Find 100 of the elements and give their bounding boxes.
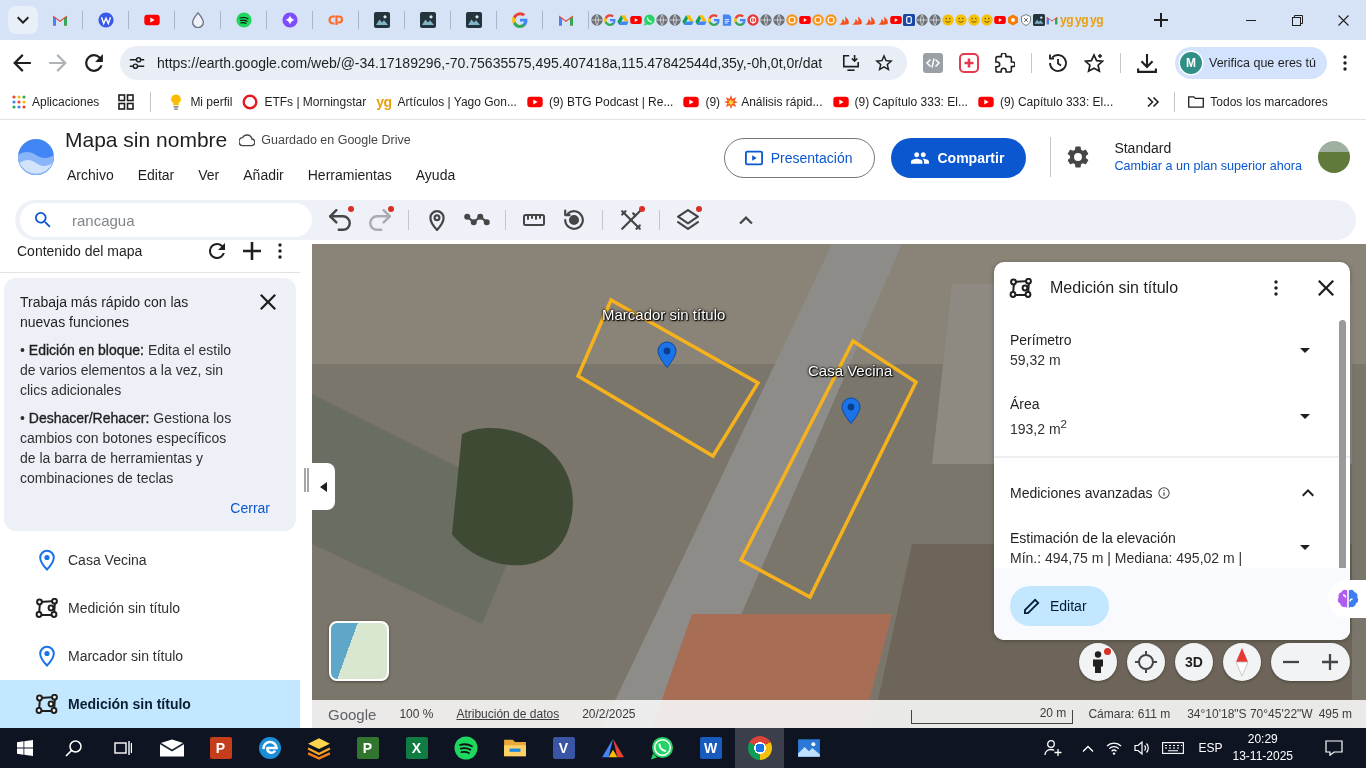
menu-item[interactable]: Herramientas xyxy=(295,164,404,186)
clock-time[interactable]: 20:29 xyxy=(1247,731,1278,748)
chevron-up-icon[interactable] xyxy=(1302,488,1314,497)
map-pin-icon[interactable] xyxy=(657,341,677,368)
shield-icon[interactable] xyxy=(1020,14,1032,26)
caret-down-icon[interactable] xyxy=(1300,413,1310,419)
puzzle-icon[interactable] xyxy=(995,52,1015,73)
notification-icon[interactable] xyxy=(1325,740,1343,756)
star-icon[interactable] xyxy=(875,53,893,72)
menu-item[interactable]: Archivo xyxy=(55,164,126,186)
clock-date[interactable]: 13-11-2025 xyxy=(1232,748,1293,765)
task-view-icon[interactable] xyxy=(113,739,132,757)
measurement-outline[interactable] xyxy=(575,297,761,459)
thumbnail-icon[interactable] xyxy=(465,12,482,28)
plus-extension-icon[interactable] xyxy=(959,52,979,73)
globe-icon[interactable] xyxy=(929,14,941,26)
triangle-logo-icon[interactable] xyxy=(682,14,694,26)
more-icon[interactable] xyxy=(1343,54,1347,71)
app-logo-icon[interactable] xyxy=(18,139,54,175)
back-arrow-icon[interactable] xyxy=(12,52,32,73)
reload-icon[interactable] xyxy=(84,52,104,73)
refresh-icon[interactable] xyxy=(208,242,226,260)
keyboard-icon[interactable] xyxy=(1162,742,1185,754)
play-icon[interactable] xyxy=(143,12,160,28)
history-icon[interactable] xyxy=(1048,52,1068,73)
new-tab-icon[interactable] xyxy=(1154,13,1168,27)
taskbar-button[interactable]: P xyxy=(343,728,392,768)
globe-icon[interactable] xyxy=(656,14,668,26)
site-settings-icon[interactable] xyxy=(129,54,145,71)
bookmark[interactable]: (9) Capítulo 333: El... xyxy=(972,89,1119,115)
g-logo-icon[interactable] xyxy=(511,12,528,28)
input-language[interactable]: ESP xyxy=(1198,741,1223,755)
download-icon[interactable] xyxy=(1137,52,1157,73)
triangle-logo-icon[interactable] xyxy=(695,14,707,26)
smile-icon[interactable] xyxy=(955,14,967,26)
zoom-in-icon[interactable] xyxy=(1322,654,1339,670)
menu-item[interactable]: Ayuda xyxy=(403,164,468,186)
install-icon[interactable] xyxy=(842,53,860,72)
taskbar-button[interactable]: X xyxy=(392,728,441,768)
avatar-photo[interactable] xyxy=(1318,141,1350,173)
undo-icon[interactable] xyxy=(329,209,351,231)
bookmark[interactable]: yg Artículos | Yago Gon... xyxy=(371,89,522,115)
share-button[interactable]: Compartir xyxy=(891,138,1027,178)
caret-down-icon[interactable] xyxy=(1300,545,1310,551)
flame-icon[interactable] xyxy=(838,14,850,26)
close-link[interactable]: Cerrar xyxy=(230,498,270,518)
smile-icon[interactable] xyxy=(942,14,954,26)
smile-icon[interactable] xyxy=(981,14,993,26)
attribution-link[interactable]: Atribución de datos xyxy=(456,707,560,721)
bookmark[interactable]: ETFs | Morningstar xyxy=(237,89,372,115)
map-item[interactable]: Medición sin título xyxy=(0,584,300,632)
triangle-logo-icon[interactable] xyxy=(617,14,629,26)
start-icon[interactable] xyxy=(16,740,33,756)
w-logo-icon[interactable] xyxy=(97,12,114,28)
thumbnail-icon[interactable] xyxy=(1033,14,1045,26)
bookmark[interactable]: (9) Análisis rápid... xyxy=(678,89,828,115)
profile-button[interactable]: M Verifica que eres tú xyxy=(1175,46,1327,79)
document-title[interactable]: Mapa sin nombre xyxy=(65,128,228,152)
path-icon[interactable] xyxy=(464,213,490,227)
close-icon[interactable] xyxy=(1337,14,1349,26)
taskbar-button[interactable]: P xyxy=(196,728,245,768)
globe-icon[interactable] xyxy=(760,14,772,26)
close-icon[interactable] xyxy=(260,294,276,310)
menu-item[interactable]: Editar xyxy=(125,164,187,186)
taskbar-button[interactable] xyxy=(735,728,784,768)
map-item[interactable]: Medición sin título xyxy=(0,680,300,728)
minimize-icon[interactable] xyxy=(1246,19,1256,21)
drop-icon[interactable] xyxy=(189,12,206,28)
chevron-up-icon[interactable] xyxy=(739,215,753,225)
grid-icon[interactable] xyxy=(118,94,135,110)
taskbar-button[interactable]: V xyxy=(539,728,588,768)
square-logo-icon[interactable] xyxy=(903,14,915,26)
map-item[interactable]: Casa Vecina xyxy=(0,536,300,584)
thumbnail-icon[interactable] xyxy=(373,12,390,28)
coin-icon[interactable] xyxy=(747,14,759,26)
double-chevron-icon[interactable] xyxy=(1146,95,1161,109)
scrollbar-thumb[interactable] xyxy=(1339,320,1346,568)
more-icon[interactable] xyxy=(278,243,282,259)
more-icon[interactable] xyxy=(1274,280,1278,296)
globe-icon[interactable] xyxy=(773,14,785,26)
flame-icon[interactable] xyxy=(877,14,889,26)
play-icon[interactable] xyxy=(799,14,811,26)
restore-icon[interactable] xyxy=(1291,14,1303,26)
assistant-button[interactable] xyxy=(1328,580,1366,618)
pin-icon[interactable] xyxy=(426,209,448,231)
play-icon[interactable] xyxy=(994,14,1006,26)
taskbar-button[interactable]: W xyxy=(686,728,735,768)
thumbnail-icon[interactable] xyxy=(419,12,436,28)
people-icon[interactable] xyxy=(1044,739,1063,757)
address-bar[interactable]: https://earth.google.com/web/@-34.17189296,-70.75635575,495.407418a,115.47842544d,35y,-0h,0t,0r/dat xyxy=(120,45,907,80)
bookmark[interactable]: (9) Capítulo 333: El... xyxy=(827,89,973,115)
crossed-tools-icon[interactable] xyxy=(620,209,642,231)
collapse-panel-button[interactable] xyxy=(312,463,335,510)
code-extension-icon[interactable] xyxy=(923,52,943,73)
wifi-icon[interactable] xyxy=(1106,740,1123,756)
speaker-icon[interactable] xyxy=(1134,740,1151,756)
hexagon-icon[interactable] xyxy=(1007,14,1019,26)
measurement-outline[interactable] xyxy=(738,338,919,600)
globe-icon[interactable] xyxy=(591,14,603,26)
plus-icon[interactable] xyxy=(243,242,261,260)
